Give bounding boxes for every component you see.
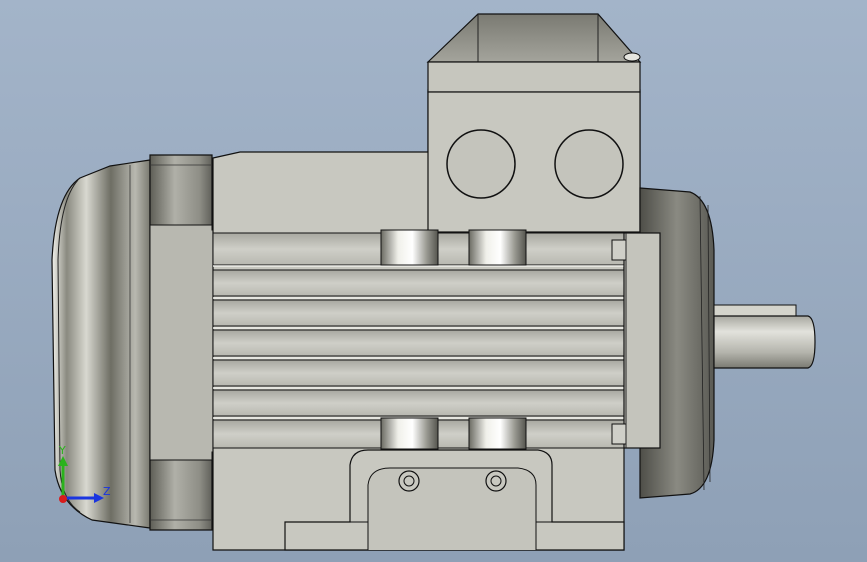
motor-model[interactable] — [0, 0, 867, 562]
bolt-icon — [398, 470, 420, 492]
cad-viewport[interactable]: Y Z — [0, 0, 867, 562]
x-axis-dot-icon — [59, 495, 67, 503]
coordinate-triad: Y Z — [58, 444, 111, 503]
front-end-shield[interactable] — [611, 187, 715, 499]
y-axis-label: Y — [58, 444, 66, 457]
terminal-box[interactable] — [426, 13, 642, 233]
bolt-icon — [485, 470, 507, 492]
shaft[interactable] — [713, 304, 816, 369]
shaft-key — [713, 304, 797, 318]
y-arrowhead-icon — [58, 456, 68, 466]
screw-icon — [623, 52, 641, 62]
z-axis-label: Z — [103, 485, 111, 498]
cable-gland-left[interactable] — [446, 129, 516, 199]
cable-gland-right[interactable] — [554, 129, 624, 199]
